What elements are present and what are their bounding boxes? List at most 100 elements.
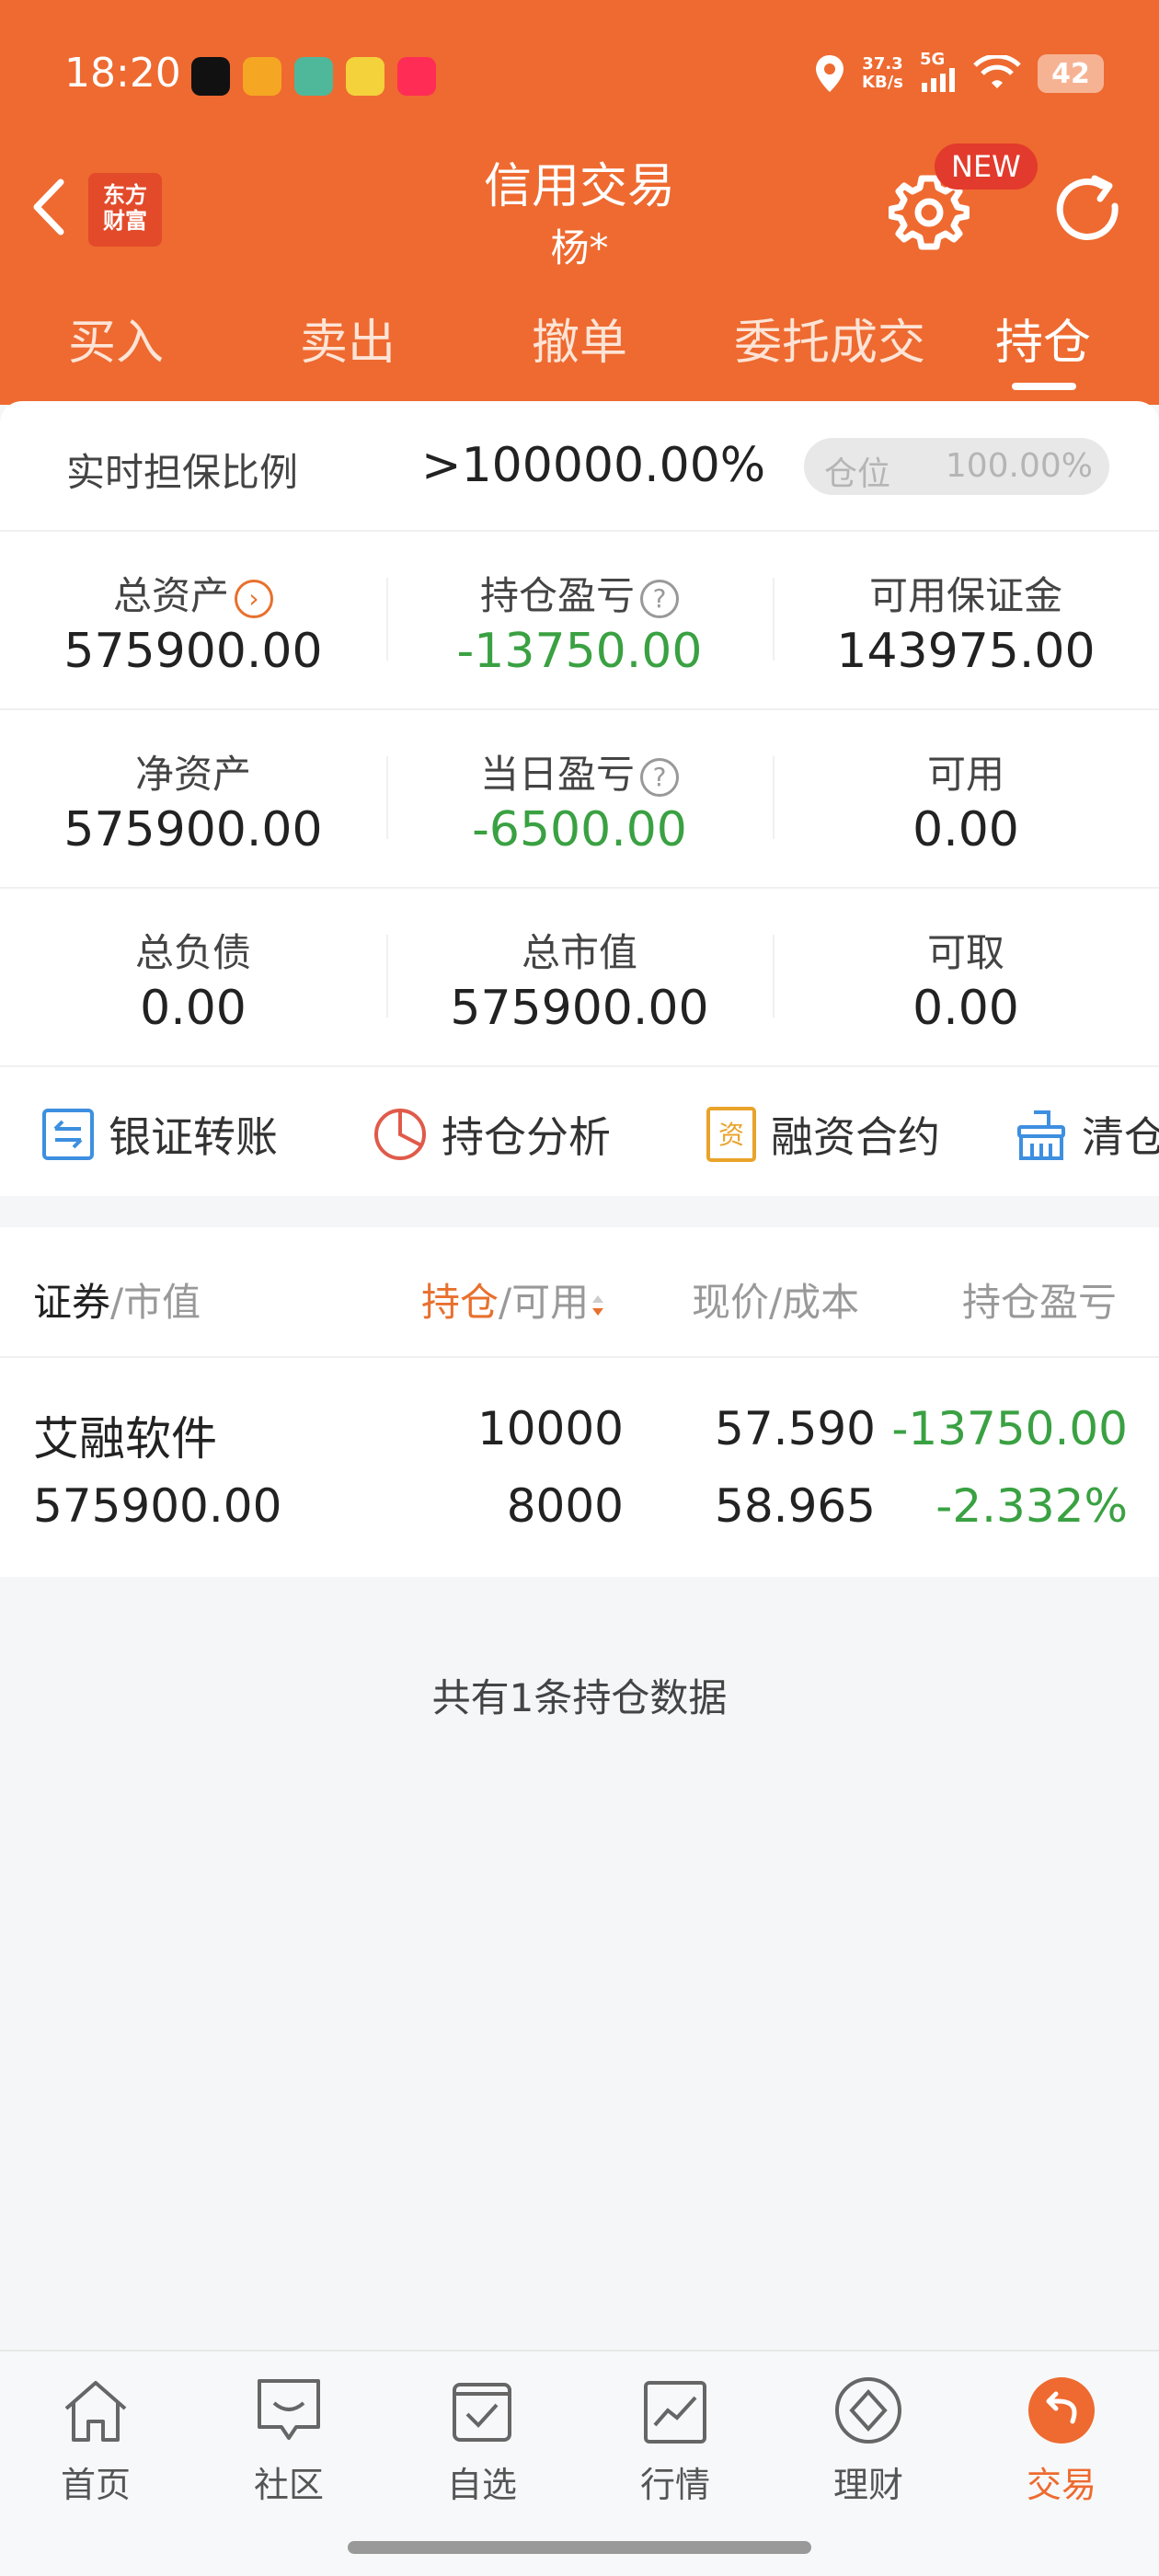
col-security-label: 证券: [33, 1280, 111, 1325]
market-value-value: 575900.00: [450, 981, 709, 1036]
col-price-header[interactable]: 现价/成本: [692, 1271, 859, 1328]
summary-row-1: 总资产 › 575900.00 持仓盈亏? -13750.00 可用保证金 143…: [0, 532, 1159, 710]
margin-contract-label: 融资合约: [771, 1112, 940, 1162]
position-pnl-label-wrap: 持仓盈亏?: [386, 565, 773, 621]
bank-transfer-button[interactable]: 银证转账: [40, 1104, 278, 1165]
stock-available: 8000: [506, 1479, 624, 1533]
table-row[interactable]: 艾融软件 575900.00 10000 8000 57.590 58.965 …: [0, 1358, 1159, 1577]
market-value-label: 总市值: [521, 930, 637, 975]
stock-cost: 58.965: [715, 1479, 876, 1533]
total-assets-cell[interactable]: 总资产 › 575900.00: [0, 532, 386, 710]
help-icon[interactable]: ?: [640, 757, 679, 797]
position-pnl-value: -13750.00: [456, 624, 703, 679]
home-indicator: [348, 2541, 811, 2554]
daily-pnl-cell: 当日盈亏? -6500.00: [386, 710, 773, 889]
col-position-header[interactable]: 持仓/可用: [421, 1271, 607, 1328]
status-right: 37.3 KB/s 5G 42: [814, 52, 1104, 96]
status-bar: 18:20 37.3 KB/s 5G 42: [0, 0, 1159, 156]
available-cell: 可用 0.00: [773, 710, 1159, 889]
status-time: 18:20: [64, 50, 181, 97]
tab-sell[interactable]: 卖出: [256, 304, 440, 373]
guarantee-ratio-row: 实时担保比例 >100000.00% 仓位 100.00%: [0, 401, 1159, 532]
total-assets-label: 总资产: [112, 573, 229, 618]
location-icon: [816, 55, 844, 92]
nav-community-label: 社区: [253, 2465, 324, 2505]
bank-transfer-label: 银证转账: [109, 1112, 278, 1162]
margin-contract-button[interactable]: 资 融资合约: [705, 1104, 940, 1165]
home-icon: [64, 2381, 127, 2442]
refresh-icon[interactable]: [1049, 171, 1128, 250]
col-pnl-header[interactable]: 持仓盈亏: [962, 1271, 1128, 1328]
tab-holdings[interactable]: 持仓: [951, 304, 1135, 373]
contract-icon: 资: [706, 1107, 756, 1162]
nav-trade-label: 交易: [1026, 2465, 1096, 2505]
withdrawable-label: 可取: [926, 930, 1004, 975]
cellular-signal: 5G: [920, 52, 957, 96]
market-value-cell: 总市值 575900.00: [386, 889, 773, 1067]
guarantee-ratio-value: >100000.00%: [421, 438, 766, 493]
available-margin-cell: 可用保证金 143975.00: [773, 532, 1159, 710]
stock-pnl-percent: -2.332%: [935, 1479, 1128, 1533]
tab-buy[interactable]: 买入: [24, 304, 208, 373]
svg-text:资: 资: [718, 1120, 744, 1150]
nav-wealth[interactable]: 理财: [795, 2375, 942, 2507]
nav-community[interactable]: 社区: [215, 2375, 362, 2507]
chevron-right-icon[interactable]: ›: [235, 579, 273, 618]
summary-row-3: 总负债 0.00 总市值 575900.00 可取 0.00: [0, 889, 1159, 1067]
col-security-header[interactable]: 证券/市值: [33, 1271, 201, 1328]
clear-position-button[interactable]: 清仓: [1014, 1104, 1159, 1165]
nav-trade[interactable]: 交易: [988, 2375, 1135, 2507]
checkbox-icon: [453, 2383, 511, 2442]
account-name: 杨*: [550, 225, 609, 270]
fruit-app-icon: [346, 57, 384, 96]
video-app-icon: [243, 57, 281, 96]
tab-orders[interactable]: 委托成交: [719, 304, 940, 373]
position-analysis-label: 持仓分析: [442, 1112, 611, 1162]
wifi-icon: [973, 55, 1021, 88]
tiktok-icon: [191, 57, 230, 96]
diamond-icon: [835, 2377, 901, 2444]
battery-indicator: 42: [1038, 54, 1104, 93]
help-icon[interactable]: ?: [640, 579, 679, 618]
available-value: 0.00: [912, 802, 1019, 857]
stock-position: 10000: [476, 1402, 624, 1455]
summary-row-2: 净资产 575900.00 当日盈亏? -6500.00 可用 0.00: [0, 710, 1159, 889]
nav-home-label: 首页: [60, 2465, 131, 2505]
broom-icon: [1017, 1110, 1065, 1160]
col-available-label: /可用: [499, 1280, 590, 1325]
position-pnl-cell: 持仓盈亏? -13750.00: [386, 532, 773, 710]
available-margin-label: 可用保证金: [868, 573, 1062, 618]
guarantee-ratio-label: 实时担保比例: [66, 450, 299, 495]
stock-name: 艾融软件: [33, 1412, 217, 1466]
net-speed-value: 37.3: [862, 54, 903, 74]
active-tab-indicator: [1012, 383, 1076, 390]
position-pnl-label: 持仓盈亏: [479, 573, 635, 618]
nav-market[interactable]: 行情: [602, 2375, 749, 2507]
total-liabilities-label: 总负债: [134, 930, 251, 975]
holdings-table-header: 证券/市值 持仓/可用 现价/成本 持仓盈亏: [0, 1227, 1159, 1358]
stock-market-value: 575900.00: [33, 1479, 282, 1533]
position-analysis-button[interactable]: 持仓分析: [372, 1104, 611, 1165]
nav-watchlist-label: 自选: [446, 2465, 517, 2505]
stock-pnl: -13750.00: [891, 1402, 1128, 1455]
net-speed: 37.3 KB/s: [862, 55, 903, 92]
daily-pnl-label-wrap: 当日盈亏?: [386, 743, 773, 799]
total-liabilities-value: 0.00: [140, 981, 247, 1036]
withdrawable-cell: 可取 0.00: [773, 889, 1159, 1067]
quick-tools: 银证转账 持仓分析 资 融资合约 清仓: [0, 1067, 1159, 1196]
position-value: 100.00%: [945, 447, 1093, 485]
sort-icon[interactable]: [589, 1292, 607, 1319]
trade-exchange-icon: [1028, 2377, 1095, 2444]
net-speed-unit: KB/s: [862, 73, 903, 92]
tab-cancel[interactable]: 撤单: [488, 304, 671, 373]
new-badge: NEW: [935, 144, 1038, 190]
nav-watchlist[interactable]: 自选: [408, 2375, 556, 2507]
daily-pnl-label: 当日盈亏: [479, 752, 635, 797]
trade-tabs: 买入 卖出 撤单 委托成交 持仓: [0, 304, 1159, 396]
net-assets-cell: 净资产 575900.00: [0, 710, 386, 889]
chart-icon: [644, 2381, 706, 2444]
transfer-icon: [42, 1109, 94, 1160]
red-note-icon: [397, 57, 436, 96]
nav-home[interactable]: 首页: [22, 2375, 169, 2507]
clear-position-label: 清仓: [1082, 1112, 1159, 1162]
